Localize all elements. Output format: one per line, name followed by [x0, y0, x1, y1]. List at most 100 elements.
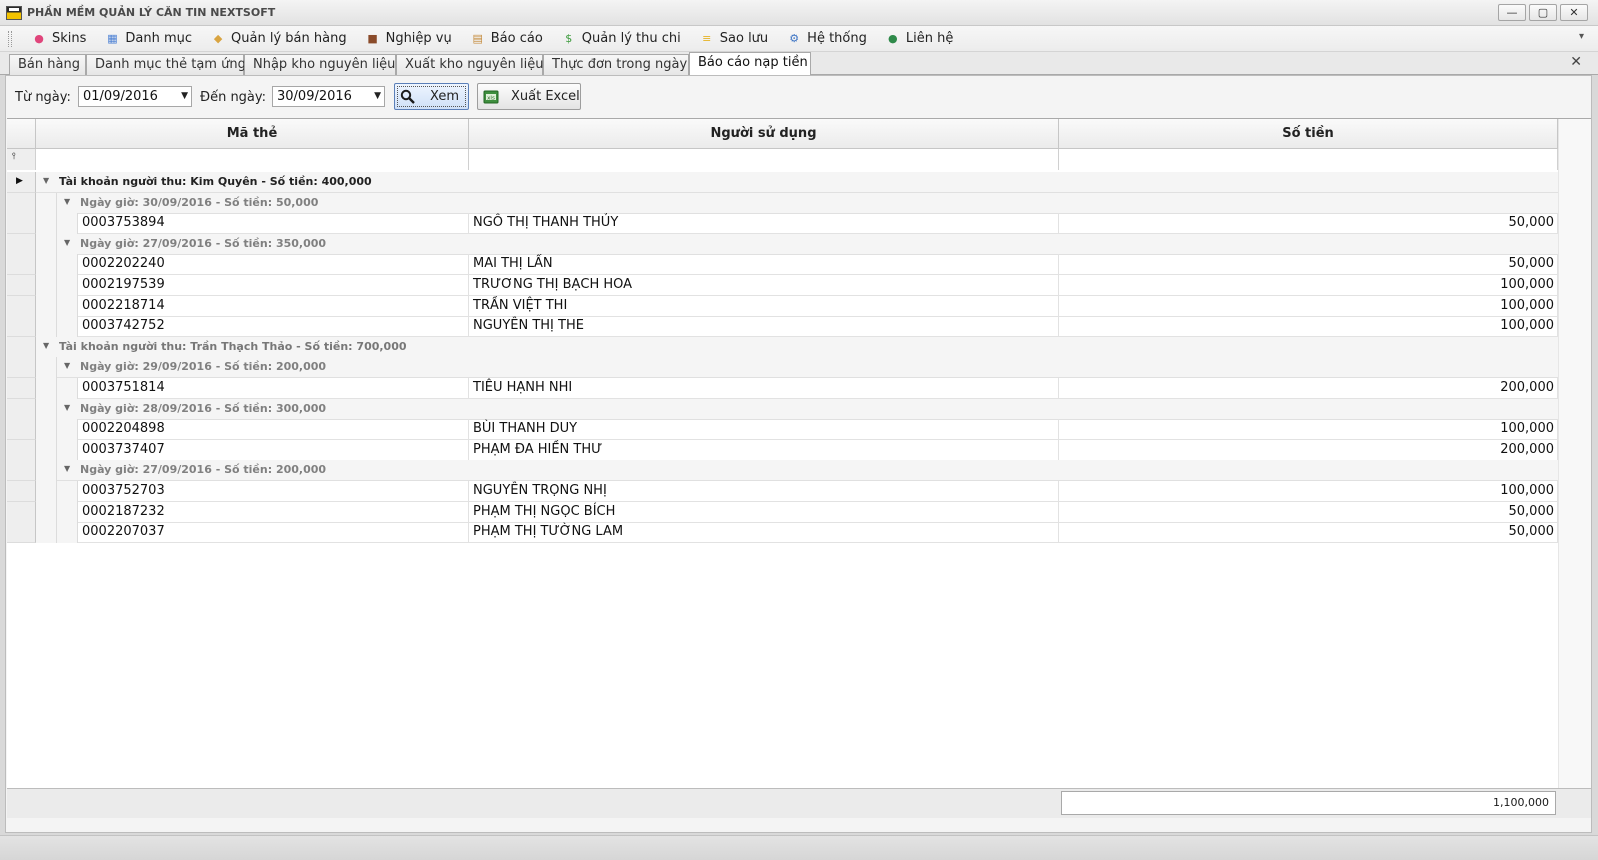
table-row[interactable]: 0002187232 PHẠM THỊ NGỌC BÍCH 50,000 — [7, 501, 1591, 523]
subgroup-row[interactable]: ▼ Ngày giờ: 28/09/2016 - Số tiền: 300,000 — [7, 398, 1591, 420]
dropdown-arrow-icon[interactable]: ▼ — [181, 87, 188, 106]
user-name-cell[interactable]: BÙI THANH DUY — [469, 419, 1059, 441]
menu-item-0[interactable]: ● Skins — [22, 28, 95, 50]
menu-item-2[interactable]: ◆ Quản lý bán hàng — [201, 28, 356, 50]
card-id-cell[interactable]: 0002207037 — [78, 522, 469, 544]
tab-4[interactable]: Thực đơn trong ngày — [543, 54, 689, 75]
card-id-cell[interactable]: 0003752703 — [78, 481, 469, 502]
card-id-cell[interactable]: 0003742752 — [78, 316, 469, 338]
user-name-cell[interactable]: MAI THỊ LẤN — [469, 254, 1059, 276]
card-id-cell[interactable]: 0002218714 — [78, 295, 469, 317]
collapse-group-icon[interactable]: ▼ — [64, 403, 70, 412]
menu-item-4[interactable]: ▤ Báo cáo — [461, 28, 552, 50]
vertical-scroll-area[interactable] — [1558, 119, 1591, 788]
subgroup-row[interactable]: ▼ Ngày giờ: 30/09/2016 - Số tiền: 50,000 — [7, 192, 1591, 214]
menu-item-5[interactable]: $ Quản lý thu chi — [552, 28, 690, 50]
row-indicator[interactable] — [7, 460, 36, 482]
table-row[interactable]: 0003752703 NGUYỄN TRỌNG NHỊ 100,000 — [7, 481, 1591, 502]
table-row[interactable]: 0003753894 NGÔ THỊ THANH THỦY 50,000 — [7, 213, 1591, 235]
collapse-group-icon[interactable]: ▼ — [64, 361, 70, 370]
menu-item-8[interactable]: ● Liên hệ — [876, 28, 962, 50]
collapse-group-icon[interactable]: ▼ — [43, 176, 49, 185]
row-indicator[interactable] — [7, 398, 36, 420]
table-row[interactable]: 0003751814 TIÊU HẠNH NHI 200,000 — [7, 378, 1591, 399]
user-name-cell[interactable]: NGUYỄN TRỌNG NHỊ — [469, 481, 1059, 502]
card-id-cell[interactable]: 0003753894 — [78, 213, 469, 235]
collapse-group-icon[interactable]: ▼ — [64, 464, 70, 473]
card-id-cell[interactable]: 0003737407 — [78, 439, 469, 461]
user-name-cell[interactable]: PHẠM THỊ NGỌC BÍCH — [469, 501, 1059, 523]
group-row[interactable]: ▼ Tài khoản người thu: Trần Thạch Thảo - … — [7, 336, 1591, 358]
row-indicator[interactable] — [7, 213, 36, 235]
from-date-picker[interactable]: 01/09/2016 ▼ — [78, 86, 192, 107]
amount-cell[interactable]: 100,000 — [1059, 481, 1558, 502]
minimize-button[interactable]: — — [1498, 4, 1526, 21]
row-indicator[interactable] — [7, 233, 36, 255]
tab-1[interactable]: Danh mục thẻ tạm ứng — [86, 54, 246, 75]
dropdown-arrow-icon[interactable]: ▼ — [374, 87, 381, 106]
row-indicator[interactable] — [7, 275, 36, 296]
filter-cell-amount[interactable] — [1059, 149, 1558, 170]
row-indicator[interactable] — [7, 501, 36, 523]
user-name-cell[interactable]: PHẠM THỊ TƯỜNG LAM — [469, 522, 1059, 544]
table-row[interactable]: 0002218714 TRẦN VIỆT THI 100,000 — [7, 295, 1591, 317]
filter-cell-user[interactable] — [469, 149, 1059, 170]
card-id-cell[interactable]: 0002187232 — [78, 501, 469, 523]
amount-cell[interactable]: 50,000 — [1059, 254, 1558, 276]
group-row[interactable]: ▶ ▼ Tài khoản người thu: Kim Quyên - Số ti… — [7, 172, 1591, 193]
row-indicator[interactable] — [7, 439, 36, 461]
collapse-group-icon[interactable]: ▼ — [43, 341, 49, 350]
row-indicator[interactable] — [7, 481, 36, 502]
user-name-cell[interactable]: NGÔ THỊ THANH THỦY — [469, 213, 1059, 235]
amount-cell[interactable]: 50,000 — [1059, 501, 1558, 523]
row-indicator[interactable] — [7, 254, 36, 276]
export-excel-button[interactable]: xls Xuất Excel — [477, 83, 581, 110]
view-button[interactable]: Xem — [394, 83, 469, 110]
table-row[interactable]: 0003742752 NGUYỄN THỊ THE 100,000 — [7, 316, 1591, 338]
amount-cell[interactable]: 200,000 — [1059, 378, 1558, 399]
user-name-cell[interactable]: TIÊU HẠNH NHI — [469, 378, 1059, 399]
row-indicator[interactable] — [7, 192, 36, 214]
toolbar-grip[interactable] — [8, 30, 12, 47]
row-indicator[interactable] — [7, 357, 36, 379]
card-id-cell[interactable]: 0003751814 — [78, 378, 469, 399]
tab-0[interactable]: Bán hàng — [9, 54, 86, 75]
column-header-amount[interactable]: Số tiền — [1059, 119, 1558, 149]
amount-cell[interactable]: 50,000 — [1059, 213, 1558, 235]
subgroup-row[interactable]: ▼ Ngày giờ: 27/09/2016 - Số tiền: 200,000 — [7, 460, 1591, 482]
column-header-card-id[interactable]: Mã thẻ — [36, 119, 469, 149]
table-row[interactable]: 0002197539 TRƯƠNG THỊ BẠCH HOA 100,000 — [7, 275, 1591, 296]
menu-item-1[interactable]: ▦ Danh mục — [95, 28, 201, 50]
amount-cell[interactable]: 100,000 — [1059, 275, 1558, 296]
row-indicator[interactable] — [7, 419, 36, 441]
close-window-button[interactable]: ✕ — [1560, 4, 1588, 21]
collapse-group-icon[interactable]: ▼ — [64, 197, 70, 206]
row-indicator[interactable] — [7, 522, 36, 544]
close-tab-icon[interactable]: ✕ — [1570, 54, 1582, 70]
card-id-cell[interactable]: 0002197539 — [78, 275, 469, 296]
card-id-cell[interactable]: 0002204898 — [78, 419, 469, 441]
subgroup-row[interactable]: ▼ Ngày giờ: 29/09/2016 - Số tiền: 200,000 — [7, 357, 1591, 379]
filter-cell-card-id[interactable] — [36, 149, 469, 170]
subgroup-row[interactable]: ▼ Ngày giờ: 27/09/2016 - Số tiền: 350,000 — [7, 233, 1591, 255]
user-name-cell[interactable]: TRẦN VIỆT THI — [469, 295, 1059, 317]
row-indicator[interactable]: ▶ — [7, 172, 36, 193]
row-indicator[interactable] — [7, 336, 36, 358]
table-row[interactable]: 0003737407 PHẠM ĐA HIỀN THƯ 200,000 — [7, 439, 1591, 461]
menu-item-6[interactable]: ≡ Sao lưu — [690, 28, 777, 50]
maximize-button[interactable]: ▢ — [1529, 4, 1557, 21]
column-header-user[interactable]: Người sử dụng — [469, 119, 1059, 149]
table-row[interactable]: 0002207037 PHẠM THỊ TƯỜNG LAM 50,000 — [7, 522, 1591, 544]
collapse-group-icon[interactable]: ▼ — [64, 238, 70, 247]
user-name-cell[interactable]: TRƯƠNG THỊ BẠCH HOA — [469, 275, 1059, 296]
tab-3[interactable]: Xuất kho nguyên liệu — [396, 54, 543, 75]
to-date-picker[interactable]: 30/09/2016 ▼ — [272, 86, 385, 107]
user-name-cell[interactable]: PHẠM ĐA HIỀN THƯ — [469, 439, 1059, 461]
row-indicator[interactable] — [7, 378, 36, 399]
chevron-down-icon[interactable]: ▾ — [1579, 31, 1584, 42]
amount-cell[interactable]: 100,000 — [1059, 295, 1558, 317]
amount-cell[interactable]: 100,000 — [1059, 316, 1558, 338]
menu-item-3[interactable]: ■ Nghiệp vụ — [356, 28, 461, 50]
table-row[interactable]: 0002204898 BÙI THANH DUY 100,000 — [7, 419, 1591, 441]
row-indicator[interactable] — [7, 316, 36, 338]
